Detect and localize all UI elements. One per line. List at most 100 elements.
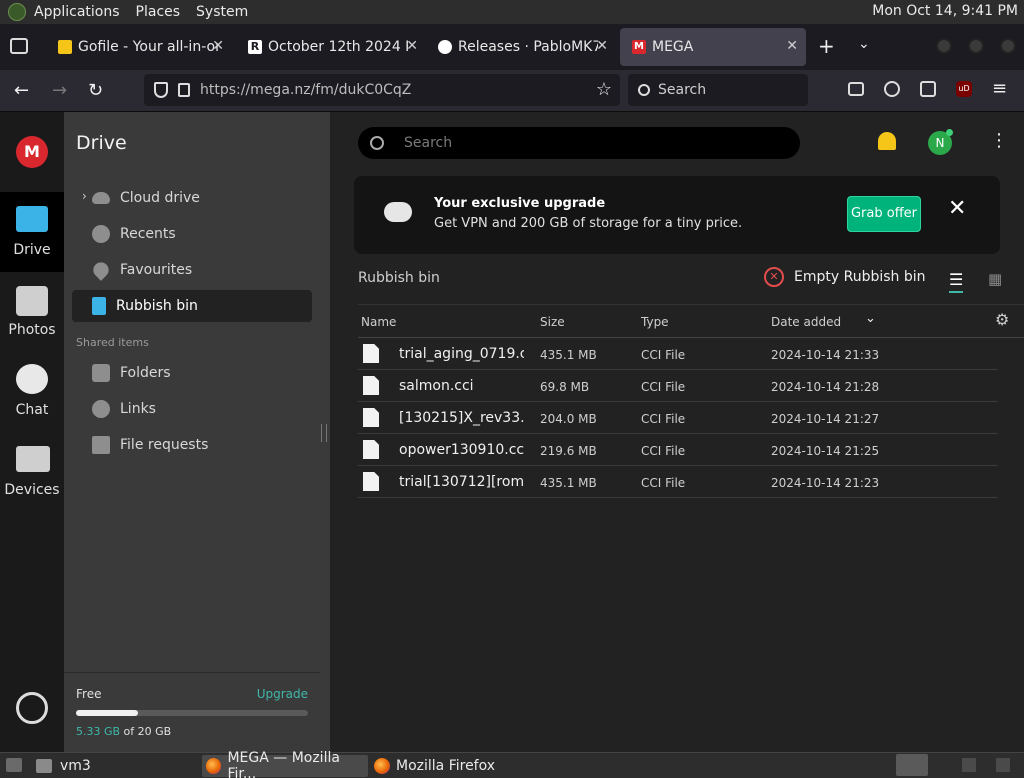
new-tab-plus-icon[interactable]: + [818, 34, 835, 58]
nav-cloud-drive[interactable]: › Cloud drive [72, 182, 312, 214]
file-size: 435.1 MB [540, 348, 597, 362]
list-tabs-chevron-down-icon[interactable]: ⌄ [858, 36, 870, 52]
window-close-icon[interactable] [1000, 38, 1016, 54]
browser-search-field[interactable]: Search [628, 74, 808, 106]
sort-chevron-down-icon[interactable]: ⌄ [865, 311, 876, 326]
url-text[interactable]: https://mega.nz/fm/dukC0CqZ [200, 82, 411, 98]
search-placeholder: Search [404, 135, 453, 151]
close-icon[interactable]: ✕ [212, 38, 224, 54]
tab-october[interactable]: R October 12th 2024 Fre ✕ [236, 28, 426, 66]
rail-chat[interactable]: Chat [0, 352, 64, 432]
show-desktop-icon[interactable] [6, 758, 22, 772]
upgrade-link[interactable]: Upgrade [257, 687, 308, 701]
column-name[interactable]: Name [361, 315, 396, 329]
column-date-added[interactable]: Date added [771, 315, 841, 329]
rail-label: Devices [4, 482, 60, 498]
task-mozilla-firefox[interactable]: Mozilla Firefox [374, 755, 495, 777]
kebab-menu-icon[interactable]: ⋮ [990, 130, 1008, 151]
column-type[interactable]: Type [641, 315, 669, 329]
nav-folders[interactable]: Folders [72, 357, 312, 389]
rail-photos[interactable]: Photos [0, 272, 64, 352]
nav-label: Links [120, 401, 156, 417]
url-bar[interactable]: https://mega.nz/fm/dukC0CqZ ☆ [144, 74, 620, 106]
bell-icon[interactable] [878, 132, 896, 150]
nav-links[interactable]: Links [72, 393, 312, 425]
nav-file-requests[interactable]: File requests [72, 429, 312, 461]
nav-label: File requests [120, 437, 209, 453]
mega-search-input[interactable]: Search [358, 127, 800, 159]
file-request-icon [92, 436, 110, 454]
task-label: MEGA — Mozilla Fir... [227, 750, 340, 778]
reload-icon[interactable]: ↻ [88, 80, 103, 101]
storage-footer: Free Upgrade 5.33 GB of 20 GB [64, 672, 320, 752]
forward-arrow-icon[interactable]: → [52, 80, 67, 101]
tab-gofile[interactable]: Gofile - Your all-in-one ✕ [46, 28, 232, 66]
ublock-origin-icon[interactable]: uD [956, 81, 972, 97]
desktop-top-panel: Applications Places System Mon Oct 14, 9… [0, 0, 1024, 24]
extensions-puzzle-icon[interactable] [920, 81, 936, 97]
transfers-sync-icon[interactable] [16, 692, 48, 724]
table-row[interactable]: [130215]X_rev33... 204.0 MB CCI File 202… [358, 402, 998, 434]
panel-resize-handle[interactable] [321, 424, 327, 442]
hamburger-menu-icon[interactable]: ≡ [992, 78, 1007, 99]
close-icon[interactable]: ✕ [786, 38, 798, 54]
table-row[interactable]: opower130910.cci 219.6 MB CCI File 2024-… [358, 434, 998, 466]
file-type: CCI File [641, 412, 686, 426]
close-banner-icon[interactable]: ✕ [948, 196, 966, 221]
column-settings-gear-icon[interactable]: ⚙ [995, 310, 1009, 329]
file-name: salmon.cci [399, 378, 474, 394]
menu-applications[interactable]: Applications [34, 4, 120, 20]
close-icon[interactable]: ✕ [596, 38, 608, 54]
rail-drive[interactable]: Drive [0, 192, 64, 272]
empty-rubbish-bin-button[interactable]: ✕ Empty Rubbish bin [764, 267, 926, 287]
file-name: [130215]X_rev33... [399, 410, 524, 426]
bookmark-star-icon[interactable]: ☆ [596, 79, 612, 100]
firefox-icon [374, 758, 390, 774]
file-type: CCI File [641, 444, 686, 458]
file-icon [363, 440, 379, 459]
tab-releases[interactable]: Releases · PabloMK7/c ✕ [426, 28, 616, 66]
task-mega-firefox[interactable]: MEGA — Mozilla Fir... [202, 750, 368, 778]
table-header [358, 304, 1024, 338]
nav-recents[interactable]: Recents [72, 218, 312, 250]
chevron-right-icon[interactable]: › [82, 189, 87, 203]
folder-icon [36, 759, 52, 773]
nav-label: Favourites [120, 262, 193, 278]
back-arrow-icon[interactable]: ← [14, 80, 29, 101]
shield-icon[interactable] [154, 82, 168, 98]
pocket-icon[interactable] [848, 82, 864, 96]
lock-icon[interactable] [178, 83, 190, 97]
rail-devices[interactable]: Devices [0, 432, 64, 512]
tab-overview-icon[interactable] [10, 38, 28, 54]
table-row[interactable]: salmon.cci 69.8 MB CCI File 2024-10-14 2… [358, 370, 998, 402]
nav-favourites[interactable]: Favourites [72, 254, 312, 286]
grid-view-icon[interactable]: ▦ [988, 270, 1002, 288]
list-view-icon[interactable]: ☰ [949, 270, 964, 293]
workspace-2[interactable] [962, 758, 976, 772]
table-row[interactable]: trial_aging_0719.cci 435.1 MB CCI File 2… [358, 338, 998, 370]
window-maximize-icon[interactable] [968, 38, 984, 54]
tab-mega[interactable]: M MEGA ✕ [620, 28, 806, 66]
workspace-3[interactable] [996, 758, 1010, 772]
grab-offer-button[interactable]: Grab offer [847, 196, 921, 232]
menu-places[interactable]: Places [136, 4, 181, 20]
file-size: 435.1 MB [540, 476, 597, 490]
menu-system[interactable]: System [196, 4, 248, 20]
close-icon[interactable]: ✕ [406, 38, 418, 54]
task-vm3[interactable]: vm3 [36, 755, 91, 777]
window-minimize-icon[interactable] [936, 38, 952, 54]
table-row[interactable]: trial[130712][rom... 435.1 MB CCI File 2… [358, 466, 998, 498]
workspace-switcher[interactable] [896, 754, 928, 776]
link-icon [92, 400, 110, 418]
clock[interactable]: Mon Oct 14, 9:41 PM [872, 3, 1018, 19]
file-name: trial_aging_0719.cci [399, 346, 524, 362]
devices-icon [16, 446, 50, 472]
shared-items-heading: Shared items [76, 336, 149, 349]
photos-icon [16, 286, 48, 316]
account-icon[interactable] [884, 81, 900, 97]
nav-label: Folders [120, 365, 171, 381]
mega-logo-icon[interactable]: M [16, 136, 48, 168]
nav-rubbish-bin[interactable]: Rubbish bin [72, 290, 312, 322]
gnome-logo-icon[interactable] [8, 3, 26, 21]
column-size[interactable]: Size [540, 315, 565, 329]
